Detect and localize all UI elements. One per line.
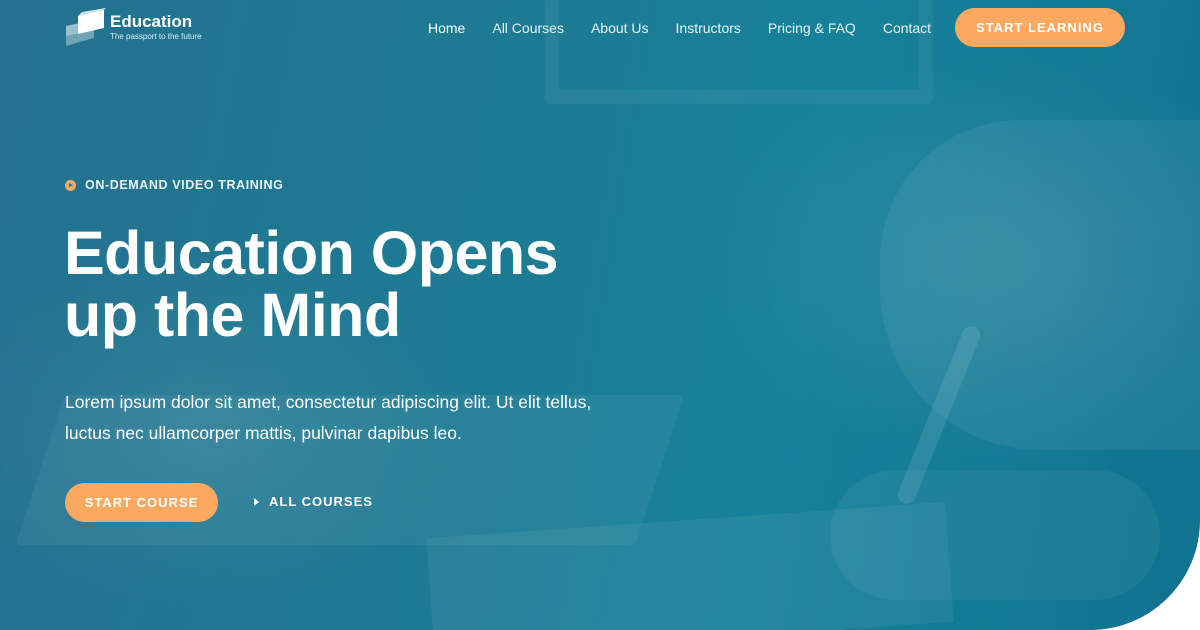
- eyebrow: ON-DEMAND VIDEO TRAINING: [65, 178, 283, 192]
- all-courses-link[interactable]: ALL COURSES: [254, 494, 373, 509]
- start-course-button[interactable]: START COURSE: [65, 483, 218, 522]
- hero-section: Education The passport to the future Hom…: [0, 0, 1200, 630]
- background-arm-shape: [880, 120, 1200, 450]
- hero-lead-text: Lorem ipsum dolor sit amet, consectetur …: [65, 387, 625, 449]
- main-nav: Home All Courses About Us Instructors Pr…: [428, 18, 958, 38]
- brand-tagline: The passport to the future: [110, 32, 202, 41]
- background-paper-shape: [426, 502, 954, 630]
- brand-name: Education: [110, 12, 193, 31]
- nav-item-instructors[interactable]: Instructors: [676, 18, 741, 38]
- lead-line-1: Lorem ipsum dolor sit amet, consectetur …: [65, 392, 592, 412]
- nav-item-all-courses[interactable]: All Courses: [492, 18, 564, 38]
- lead-line-2: luctus nec ullamcorper mattis, pulvinar …: [65, 423, 462, 443]
- nav-item-contact[interactable]: Contact: [883, 18, 931, 38]
- play-circle-icon: [65, 179, 76, 191]
- background-hand-shape: [830, 470, 1160, 600]
- background-pen-shape: [895, 323, 983, 507]
- book-stack-icon: [66, 8, 106, 46]
- nav-item-pricing-faq[interactable]: Pricing & FAQ: [768, 18, 856, 38]
- start-learning-button[interactable]: START LEARNING: [955, 8, 1125, 47]
- site-logo[interactable]: Education The passport to the future: [64, 8, 202, 48]
- caret-right-icon: [254, 497, 259, 506]
- eyebrow-text: ON-DEMAND VIDEO TRAINING: [85, 178, 284, 192]
- background-monitor-shape: [545, 0, 933, 104]
- hero-headline: Education Opens up the Mind: [64, 222, 664, 346]
- headline-line-2: up the Mind: [64, 281, 401, 349]
- nav-item-about-us[interactable]: About Us: [591, 18, 649, 38]
- all-courses-link-label: ALL COURSES: [269, 494, 373, 509]
- nav-item-home[interactable]: Home: [428, 18, 465, 38]
- headline-line-1: Education Opens: [64, 219, 559, 287]
